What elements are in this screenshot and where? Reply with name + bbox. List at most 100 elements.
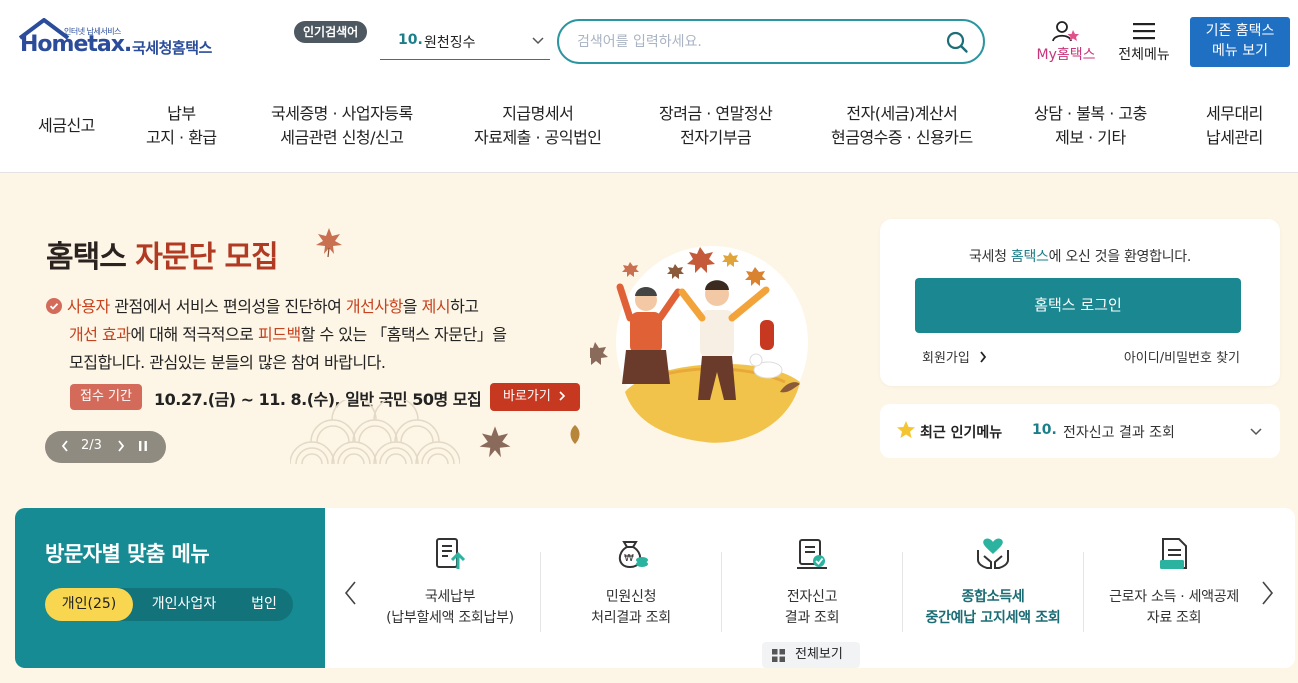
- login-button[interactable]: 홈택스 로그인: [915, 278, 1241, 333]
- gnb-consultation[interactable]: 상담 · 불복 · 고충 제보 · 기타: [1034, 102, 1147, 150]
- gnb-label: 세금관련 신청/신고: [280, 128, 404, 147]
- quick-menu-income-tax[interactable]: 종합소득세 중간예납 고지세액 조회: [903, 536, 1083, 636]
- chevron-right-icon[interactable]: [115, 438, 127, 454]
- maple-leaf-icon: [479, 426, 511, 458]
- chevron-down-icon: [532, 37, 544, 45]
- chevron-right-icon: [980, 351, 987, 363]
- period-badge: 접수 기간: [70, 384, 142, 410]
- desc-highlight: 제시: [421, 297, 451, 316]
- logo-korean-name: 국세청홈택스: [132, 39, 212, 57]
- chevron-left-icon[interactable]: [343, 580, 359, 606]
- gnb-e-invoice[interactable]: 전자(세금)계산서 현금영수증 · 신용카드: [831, 102, 973, 150]
- desc-text: 관점에서 서비스 편의성을 진단하여: [109, 297, 346, 316]
- recent-label: 최근 인기메뉴: [920, 425, 1003, 441]
- gnb-year-end-settlement[interactable]: 장려금 · 연말정산 전자기부금: [659, 102, 773, 150]
- gnb-label: 장려금 · 연말정산: [659, 104, 773, 123]
- desc-highlight: 개선 효과: [69, 325, 131, 344]
- popular-rank: 10.: [398, 32, 423, 48]
- quick-menu-line: 국세납부: [424, 589, 476, 605]
- find-id-password-link[interactable]: 아이디/비밀번호 찾기: [1124, 347, 1240, 366]
- my-hometax-button[interactable]: My홈택스: [1028, 20, 1104, 66]
- pause-icon[interactable]: [137, 439, 149, 453]
- quick-menu-civil-request[interactable]: ₩ 민원신청 처리결과 조회: [541, 536, 721, 636]
- all-menu-button[interactable]: 전체메뉴: [1112, 20, 1176, 66]
- chevron-down-icon: [1250, 428, 1262, 436]
- grid-icon: [772, 649, 785, 662]
- quick-menu-line: (납부할세액 조회납부): [386, 610, 514, 626]
- chevron-right-icon: [559, 391, 566, 401]
- welcome-text: 에 오신 것을 환영합니다.: [1048, 249, 1192, 265]
- gnb-payment[interactable]: 납부 고지 · 환급: [146, 102, 217, 150]
- tab-corporation[interactable]: 법인: [235, 588, 293, 621]
- banner-description: 사용자 관점에서 서비스 편의성을 진단하여 개선사항을 제시하고 개선 효과에…: [46, 293, 546, 377]
- hamburger-icon: [1133, 23, 1155, 40]
- quick-menu-label: 근로자 소득 · 세액공제 자료 조회: [1084, 587, 1264, 629]
- banner-title-accent: 자문단 모집: [135, 240, 278, 275]
- quick-menu-line: 근로자 소득 · 세액공제: [1109, 589, 1239, 605]
- visitor-menu-box: 방문자별 맞춤 메뉴 개인(25) 개인사업자 법인: [15, 508, 325, 668]
- tab-individual[interactable]: 개인(25): [45, 588, 133, 621]
- view-all-button[interactable]: 전체보기: [762, 642, 860, 668]
- gnb-label: 고지 · 환급: [146, 128, 217, 147]
- banner-pager: 2/3: [45, 431, 166, 463]
- quick-menu-line: 자료 조회: [1146, 610, 1202, 626]
- tab-sole-proprietor[interactable]: 개인사업자: [135, 588, 233, 621]
- document-icon: [1160, 538, 1187, 569]
- old-menu-line1: 기존 홈택스: [1205, 23, 1275, 39]
- gnb-label: 지급명세서: [502, 104, 574, 123]
- view-all-label: 전체보기: [795, 647, 843, 662]
- recent-text: 전자신고 결과 조회: [1063, 425, 1175, 441]
- old-menu-line2: 메뉴 보기: [1212, 43, 1268, 59]
- signup-link[interactable]: 회원가입: [922, 347, 988, 366]
- gnb-label: 납부: [167, 104, 196, 123]
- gnb-label: 세금신고: [38, 116, 95, 135]
- gnb-certificates[interactable]: 국세증명 · 사업자등록 세금관련 신청/신고: [271, 102, 413, 150]
- wave-pattern-decoration: [290, 400, 460, 464]
- quick-menu-label: 종합소득세 중간예납 고지세액 조회: [903, 587, 1083, 629]
- leaf-icon: [570, 425, 580, 444]
- popular-term: 원천징수: [424, 35, 476, 51]
- desc-text: 에 대해 적극적으로: [130, 325, 258, 344]
- goto-label: 바로가기: [503, 389, 551, 404]
- gnb-payment-statements[interactable]: 지급명세서 자료제출 · 공익법인: [474, 102, 602, 150]
- maple-leaf-icon: [316, 228, 342, 258]
- gnb-label: 전자(세금)계산서: [846, 104, 958, 123]
- tax-payment-icon: [436, 538, 466, 569]
- desc-highlight: 사용자: [67, 297, 110, 316]
- star-icon: [897, 421, 915, 438]
- quick-menu-tax-payment[interactable]: 국세납부 (납부할세액 조회납부): [360, 536, 540, 636]
- gnb-label: 자료제출 · 공익법인: [474, 128, 602, 147]
- gnb-label: 국세증명 · 사업자등록: [271, 104, 413, 123]
- gnb-label: 납세관리: [1206, 128, 1263, 147]
- quick-menu-worker-deduction[interactable]: 근로자 소득 · 세액공제 자료 조회: [1084, 536, 1264, 636]
- search-input[interactable]: [577, 31, 937, 53]
- old-hometax-menu-button[interactable]: 기존 홈택스 메뉴 보기: [1190, 17, 1290, 67]
- chevron-left-icon[interactable]: [59, 438, 71, 454]
- gnb-label: 세무대리: [1206, 104, 1263, 123]
- gnb-tax-filing[interactable]: 세금신고: [38, 114, 95, 138]
- autumn-people-illustration: [590, 246, 808, 443]
- desc-text: 할 수 있는 「홈택스 자문단」을: [300, 325, 507, 344]
- welcome-brand: 홈택스: [1010, 249, 1049, 265]
- goto-button[interactable]: 바로가기: [490, 383, 580, 411]
- recent-popular-menu[interactable]: 최근 인기메뉴 10. 전자신고 결과 조회: [880, 404, 1280, 458]
- all-menu-label: 전체메뉴: [1118, 47, 1170, 63]
- quick-menu-line: 전자신고: [786, 589, 838, 605]
- money-bag-icon: ₩: [618, 541, 648, 569]
- hometax-logo[interactable]: 인터넷 납세서비스 Hometax. 국세청홈택스: [16, 18, 236, 70]
- desc-highlight: 개선사항: [345, 297, 403, 316]
- search-icon[interactable]: [945, 30, 969, 54]
- check-circle-icon: [46, 298, 62, 314]
- gnb-tax-agent[interactable]: 세무대리 납세관리: [1206, 102, 1263, 150]
- welcome-message: 국세청 홈택스에 오신 것을 환영합니다.: [880, 246, 1280, 266]
- gnb-label: 제보 · 기타: [1055, 128, 1126, 147]
- quick-menu-line: 처리결과 조회: [591, 610, 671, 626]
- quick-menu-e-filing[interactable]: 전자신고 결과 조회: [722, 536, 902, 636]
- desc-highlight: 피드백: [258, 325, 301, 344]
- popular-search-select[interactable]: 10. 원천징수: [380, 28, 550, 60]
- gnb-label: 현금영수증 · 신용카드: [831, 128, 973, 147]
- logo-wordmark: Hometax.: [20, 32, 132, 57]
- user-icon: [1052, 21, 1079, 42]
- banner-title: 홈택스 자문단 모집: [46, 232, 279, 276]
- quick-menu-line: 민원신청: [605, 589, 657, 605]
